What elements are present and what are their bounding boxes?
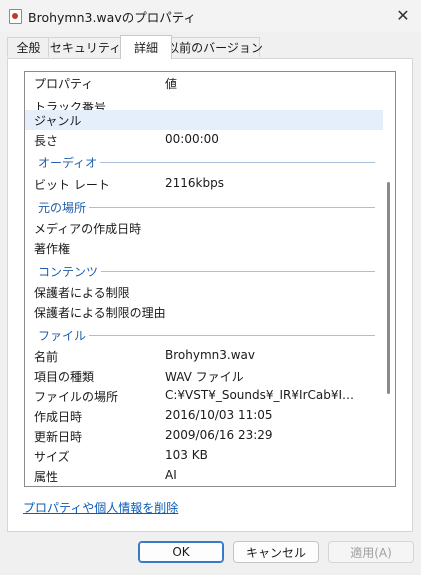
property-list[interactable]: プロパティ 値 トラック番号 ジャンル 長さ 00:00:00 オーディオ ビッ… — [24, 71, 396, 487]
property-name: 保護者による制限の理由 — [34, 306, 166, 320]
table-row-copyright[interactable]: 著作権 — [25, 238, 383, 258]
property-name: 著作権 — [34, 242, 71, 256]
tab-previous-versions[interactable]: 以前のバージョン — [167, 37, 263, 57]
table-row-attributes[interactable]: 属性 AI — [25, 466, 383, 486]
wav-file-icon — [9, 9, 22, 24]
group-separator — [87, 162, 375, 163]
cancel-button[interactable]: キャンセル — [233, 541, 319, 563]
property-value: 2016/10/03 11:05 — [165, 408, 273, 422]
tab-details[interactable]: 詳細 — [120, 35, 172, 59]
table-row-date-created[interactable]: 作成日時 2016/10/03 11:05 — [25, 406, 383, 426]
property-value: 2116kbps — [165, 176, 224, 190]
group-label: オーディオ — [38, 154, 101, 171]
table-row-date-modified[interactable]: 更新日時 2009/06/16 23:29 — [25, 426, 383, 446]
table-row-item-type[interactable]: 項目の種類 WAV ファイル — [25, 366, 383, 386]
property-value: Brohymn3.wav — [165, 348, 255, 362]
table-row-size[interactable]: サイズ 103 KB — [25, 446, 383, 466]
property-value: 103 KB — [165, 448, 208, 462]
property-value: AI — [165, 468, 177, 482]
property-value: 2009/06/16 23:29 — [165, 428, 273, 442]
property-name: 名前 — [34, 350, 59, 364]
scrollbar-thumb[interactable] — [387, 182, 390, 394]
group-header-file: ファイル — [25, 325, 383, 345]
value-column-header[interactable]: 値 — [165, 75, 177, 92]
group-separator — [101, 271, 375, 272]
property-name: メディアの作成日時 — [34, 222, 142, 236]
vertical-scrollbar[interactable] — [383, 72, 395, 486]
group-header-content: コンテンツ — [25, 261, 383, 281]
title-bar: Brohymn3.wavのプロパティ ✕ — [0, 0, 421, 32]
close-button[interactable]: ✕ — [385, 0, 421, 30]
property-name: サイズ — [34, 450, 70, 464]
group-header-origin: 元の場所 — [25, 197, 383, 217]
property-name: トラック番号 — [34, 102, 107, 110]
property-name: 作成日時 — [34, 410, 83, 424]
tab-general[interactable]: 全般 — [7, 37, 50, 57]
property-name: 長さ — [34, 134, 59, 148]
group-label: ファイル — [38, 327, 90, 344]
table-row-parental-reason[interactable]: 保護者による制限の理由 — [25, 302, 383, 322]
group-label: コンテンツ — [38, 263, 102, 280]
property-name: ファイルの場所 — [34, 390, 119, 404]
window-title: Brohymn3.wavのプロパティ — [28, 10, 196, 25]
property-name: 属性 — [34, 470, 59, 484]
table-row-folder-path[interactable]: ファイルの場所 C:¥VST¥_Sounds¥_IR¥IrCab¥Impul..… — [25, 386, 383, 406]
group-separator — [87, 207, 375, 208]
property-column-header[interactable]: プロパティ — [34, 75, 93, 92]
group-separator — [87, 335, 375, 336]
column-header: プロパティ 値 — [25, 73, 383, 93]
table-row-bitrate[interactable]: ビット レート 2116kbps — [25, 174, 383, 194]
table-row-media-created[interactable]: メディアの作成日時 — [25, 218, 383, 238]
property-name: ジャンル — [34, 114, 82, 128]
property-name: ビット レート — [34, 178, 110, 192]
details-panel: プロパティ 値 トラック番号 ジャンル 長さ 00:00:00 オーディオ ビッ… — [7, 58, 413, 532]
table-row-parental-rating[interactable]: 保護者による制限 — [25, 282, 383, 302]
property-value: WAV ファイル — [165, 370, 244, 384]
remove-properties-link[interactable]: プロパティや個人情報を削除 — [23, 499, 178, 516]
table-row-name[interactable]: 名前 Brohymn3.wav — [25, 346, 383, 366]
property-name: 保護者による制限 — [34, 286, 130, 300]
group-label: 元の場所 — [38, 199, 90, 216]
property-value: C:¥VST¥_Sounds¥_IR¥IrCab¥Impul... — [165, 388, 365, 402]
property-name: 項目の種類 — [34, 370, 95, 384]
group-header-audio: オーディオ — [25, 152, 383, 172]
property-value: 00:00:00 — [165, 132, 219, 146]
table-row-genre[interactable]: ジャンル — [25, 110, 383, 130]
table-row-length[interactable]: 長さ 00:00:00 — [25, 130, 383, 150]
apply-button[interactable]: 適用(A) — [328, 541, 414, 563]
table-row-track-number[interactable]: トラック番号 — [25, 102, 383, 110]
ok-button[interactable]: OK — [138, 541, 224, 563]
property-name: 更新日時 — [34, 430, 83, 444]
tab-security[interactable]: セキュリティ — [48, 37, 123, 57]
